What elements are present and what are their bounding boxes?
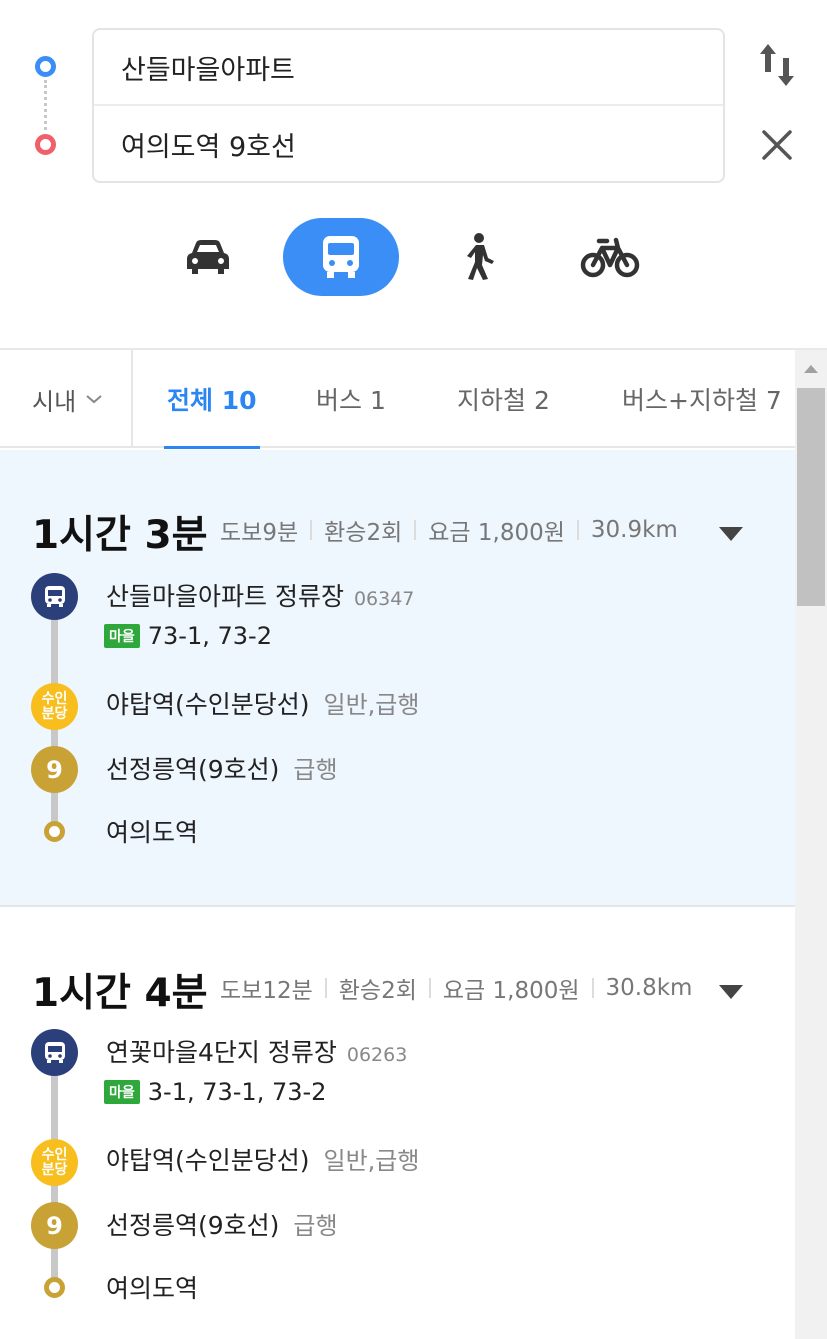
tab-bus-subway-label: 버스+지하철 7 bbox=[622, 386, 782, 415]
bus-line-numbers: 3-1, 73-1, 73-2 bbox=[147, 1078, 327, 1106]
active-tab-indicator bbox=[164, 446, 260, 449]
station-name: 야탑역(수인분당선) 일반,급행 bbox=[106, 1141, 419, 1177]
tab-all-label: 전체 10 bbox=[167, 386, 257, 415]
route-meta: 도보12분 환승2회 요금 1,800원 30.8km bbox=[220, 971, 692, 1005]
destination-station-text: 여의도역 bbox=[106, 1274, 199, 1303]
bus-lines: 마을 73-1, 73-2 bbox=[104, 622, 272, 650]
destination-station: 여의도역 bbox=[106, 813, 198, 849]
bike-mode-tab[interactable] bbox=[565, 218, 655, 296]
destination-input-value: 여의도역 9호선 bbox=[121, 131, 296, 163]
service-type: 급행 bbox=[293, 756, 338, 784]
tab-subway-label: 지하철 2 bbox=[457, 386, 550, 415]
service-type: 일반,급행 bbox=[323, 691, 420, 719]
route-walk: 도보12분 bbox=[220, 978, 313, 1004]
service-type: 급행 bbox=[293, 1212, 338, 1240]
stop-id: 06347 bbox=[353, 588, 415, 610]
scrollbar-thumb[interactable] bbox=[797, 388, 825, 606]
village-bus-badge: 마을 bbox=[104, 1080, 140, 1104]
car-mode-tab[interactable] bbox=[170, 218, 246, 296]
expand-caret-icon[interactable] bbox=[718, 526, 744, 542]
destination-marker-icon bbox=[35, 134, 56, 155]
line-9-icon: 9 bbox=[31, 1202, 78, 1249]
bike-icon bbox=[580, 237, 640, 278]
station-name-text: 야탑역(수인분당선) bbox=[106, 690, 310, 719]
transit-bus-icon bbox=[323, 236, 359, 278]
line-9-icon-text: 9 bbox=[46, 755, 63, 784]
route-distance: 30.8km bbox=[605, 975, 693, 1001]
walk-mode-tab[interactable] bbox=[440, 218, 516, 296]
destination-station-text: 여의도역 bbox=[106, 818, 199, 847]
destination-end-icon bbox=[44, 821, 65, 842]
station-name: 선정릉역(9호선) 급행 bbox=[106, 750, 338, 786]
tab-bus-label: 버스 1 bbox=[316, 386, 386, 415]
route-connector bbox=[44, 80, 47, 130]
stop-name-text: 산들마을아파트 정류장 bbox=[106, 582, 344, 611]
chevron-down-icon bbox=[86, 395, 102, 404]
stop-name: 연꽃마을4단지 정류장 06263 bbox=[106, 1033, 407, 1069]
origin-input[interactable]: 산들마을아파트 bbox=[94, 30, 723, 106]
region-select[interactable]: 시내 bbox=[0, 350, 133, 446]
stop-name: 산들마을아파트 정류장 06347 bbox=[106, 577, 414, 613]
region-select-label: 시내 bbox=[32, 387, 77, 416]
station-name: 야탑역(수인분당선) 일반,급행 bbox=[106, 685, 419, 721]
expand-caret-icon[interactable] bbox=[718, 984, 744, 1000]
suin-bundang-icon-text: 수인 분당 bbox=[41, 690, 68, 722]
suin-bundang-icon-text: 수인 분당 bbox=[41, 1146, 68, 1178]
filter-bar: 시내 전체 10 버스 1 지하철 2 버스+지하철 7 bbox=[0, 350, 795, 448]
station-name-text: 선정릉역(9호선) bbox=[106, 755, 280, 784]
car-icon bbox=[187, 240, 229, 274]
origin-marker-icon bbox=[35, 56, 56, 77]
station-name-text: 선정릉역(9호선) bbox=[106, 1211, 280, 1240]
destination-input[interactable]: 여의도역 9호선 bbox=[94, 106, 723, 182]
route-transfers: 환승2회 bbox=[324, 520, 403, 546]
line-9-icon: 9 bbox=[31, 746, 78, 793]
stop-id: 06263 bbox=[346, 1044, 408, 1066]
route-duration: 1시간 4분 bbox=[32, 971, 208, 1016]
service-type: 일반,급행 bbox=[323, 1147, 420, 1175]
destination-station: 여의도역 bbox=[106, 1269, 198, 1305]
stop-name-text: 연꽃마을4단지 정류장 bbox=[106, 1038, 337, 1067]
swap-icon[interactable] bbox=[756, 40, 798, 90]
destination-end-icon bbox=[44, 1277, 65, 1298]
walk-icon bbox=[467, 233, 494, 280]
tab-subway[interactable]: 지하철 2 bbox=[457, 350, 550, 446]
suin-bundang-line-icon: 수인 분당 bbox=[31, 1139, 78, 1186]
route-fare: 요금 1,800원 bbox=[442, 978, 580, 1004]
village-bus-badge: 마을 bbox=[104, 624, 140, 648]
route-distance: 30.9km bbox=[590, 517, 678, 543]
route-input-box: 산들마을아파트 여의도역 9호선 bbox=[92, 28, 725, 183]
scroll-up-arrow-icon[interactable] bbox=[800, 360, 822, 378]
station-name: 선정릉역(9호선) 급행 bbox=[106, 1206, 338, 1242]
tab-bus[interactable]: 버스 1 bbox=[316, 350, 386, 446]
tab-all[interactable]: 전체 10 bbox=[167, 350, 257, 446]
station-name-text: 야탑역(수인분당선) bbox=[106, 1146, 310, 1175]
close-icon[interactable] bbox=[756, 122, 798, 168]
route-duration: 1시간 3분 bbox=[32, 513, 208, 558]
route-fare: 요금 1,800원 bbox=[428, 520, 565, 546]
line-9-icon-text: 9 bbox=[46, 1211, 63, 1240]
bus-icon bbox=[31, 573, 78, 620]
route-meta: 도보9분 환승2회 요금 1,800원 30.9km bbox=[220, 513, 678, 547]
route-walk: 도보9분 bbox=[220, 520, 299, 546]
bus-icon bbox=[31, 1029, 78, 1076]
origin-input-value: 산들마을아파트 bbox=[121, 54, 295, 86]
suin-bundang-line-icon: 수인 분당 bbox=[31, 683, 78, 730]
bus-line-numbers: 73-1, 73-2 bbox=[147, 622, 272, 650]
route-transfers: 환승2회 bbox=[338, 978, 417, 1004]
transit-mode-tab[interactable] bbox=[283, 218, 399, 296]
tab-bus-subway[interactable]: 버스+지하철 7 bbox=[622, 350, 782, 446]
bus-lines: 마을 3-1, 73-1, 73-2 bbox=[104, 1078, 326, 1106]
